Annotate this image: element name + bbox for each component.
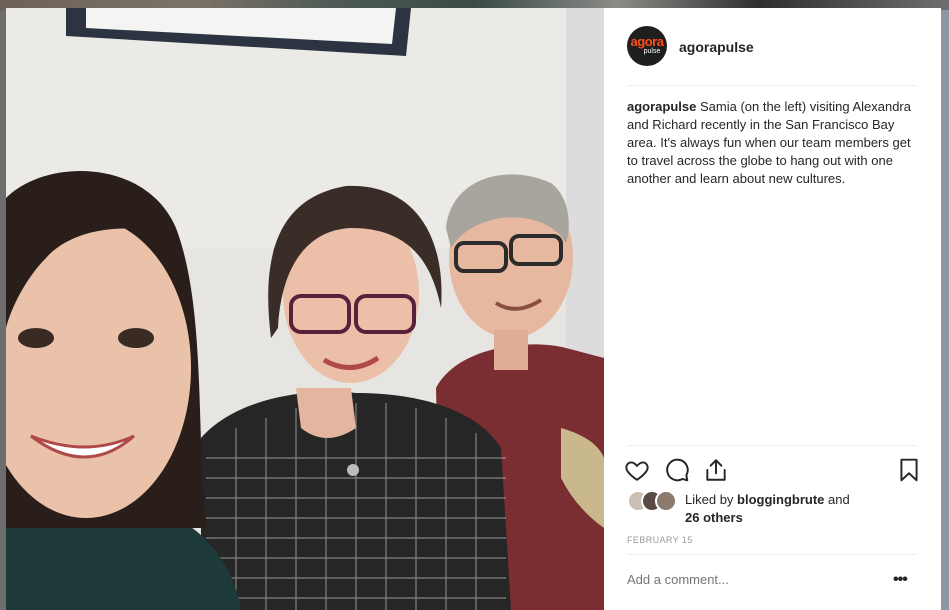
comment-bubble-icon[interactable] xyxy=(664,457,690,483)
selfie-image xyxy=(6,8,604,610)
avatar-logo-text-top: agora xyxy=(630,34,664,49)
add-comment-input[interactable] xyxy=(627,572,867,587)
post-modal: agora pulse agorapulse agorapulse Samia … xyxy=(6,8,941,610)
bookmark-icon[interactable] xyxy=(896,457,922,483)
post-side-panel: agora pulse agorapulse agorapulse Samia … xyxy=(604,8,941,610)
account-username-link[interactable]: agorapulse xyxy=(679,39,754,55)
actions-divider xyxy=(627,445,917,446)
post-date[interactable]: FEBRUARY 15 xyxy=(627,535,693,545)
likes-text: Liked by bloggingbrute and 26 others xyxy=(685,491,915,527)
caption-username-link[interactable]: agorapulse xyxy=(627,99,696,114)
likes-summary: Liked by bloggingbrute and 26 others xyxy=(627,490,927,530)
likes-others-link[interactable]: 26 others xyxy=(685,510,743,525)
avatar-logo-text-bottom: pulse xyxy=(643,48,661,55)
background-right-edge xyxy=(941,10,949,610)
liker-avatar[interactable] xyxy=(655,490,677,512)
liker-username-link[interactable]: bloggingbrute xyxy=(737,492,824,507)
share-icon[interactable] xyxy=(703,457,729,483)
account-avatar[interactable]: agora pulse xyxy=(627,26,667,66)
action-bar xyxy=(624,457,924,483)
more-options-icon[interactable]: ••• xyxy=(893,572,915,588)
post-header: agora pulse agorapulse xyxy=(604,8,941,86)
header-divider xyxy=(627,85,917,86)
likes-and: and xyxy=(828,492,850,507)
post-photo[interactable] xyxy=(6,8,604,610)
heart-icon[interactable] xyxy=(624,457,650,483)
post-caption: agorapulse Samia (on the left) visiting … xyxy=(627,98,919,188)
comment-divider xyxy=(627,554,917,555)
likes-prefix: Liked by xyxy=(685,492,734,507)
